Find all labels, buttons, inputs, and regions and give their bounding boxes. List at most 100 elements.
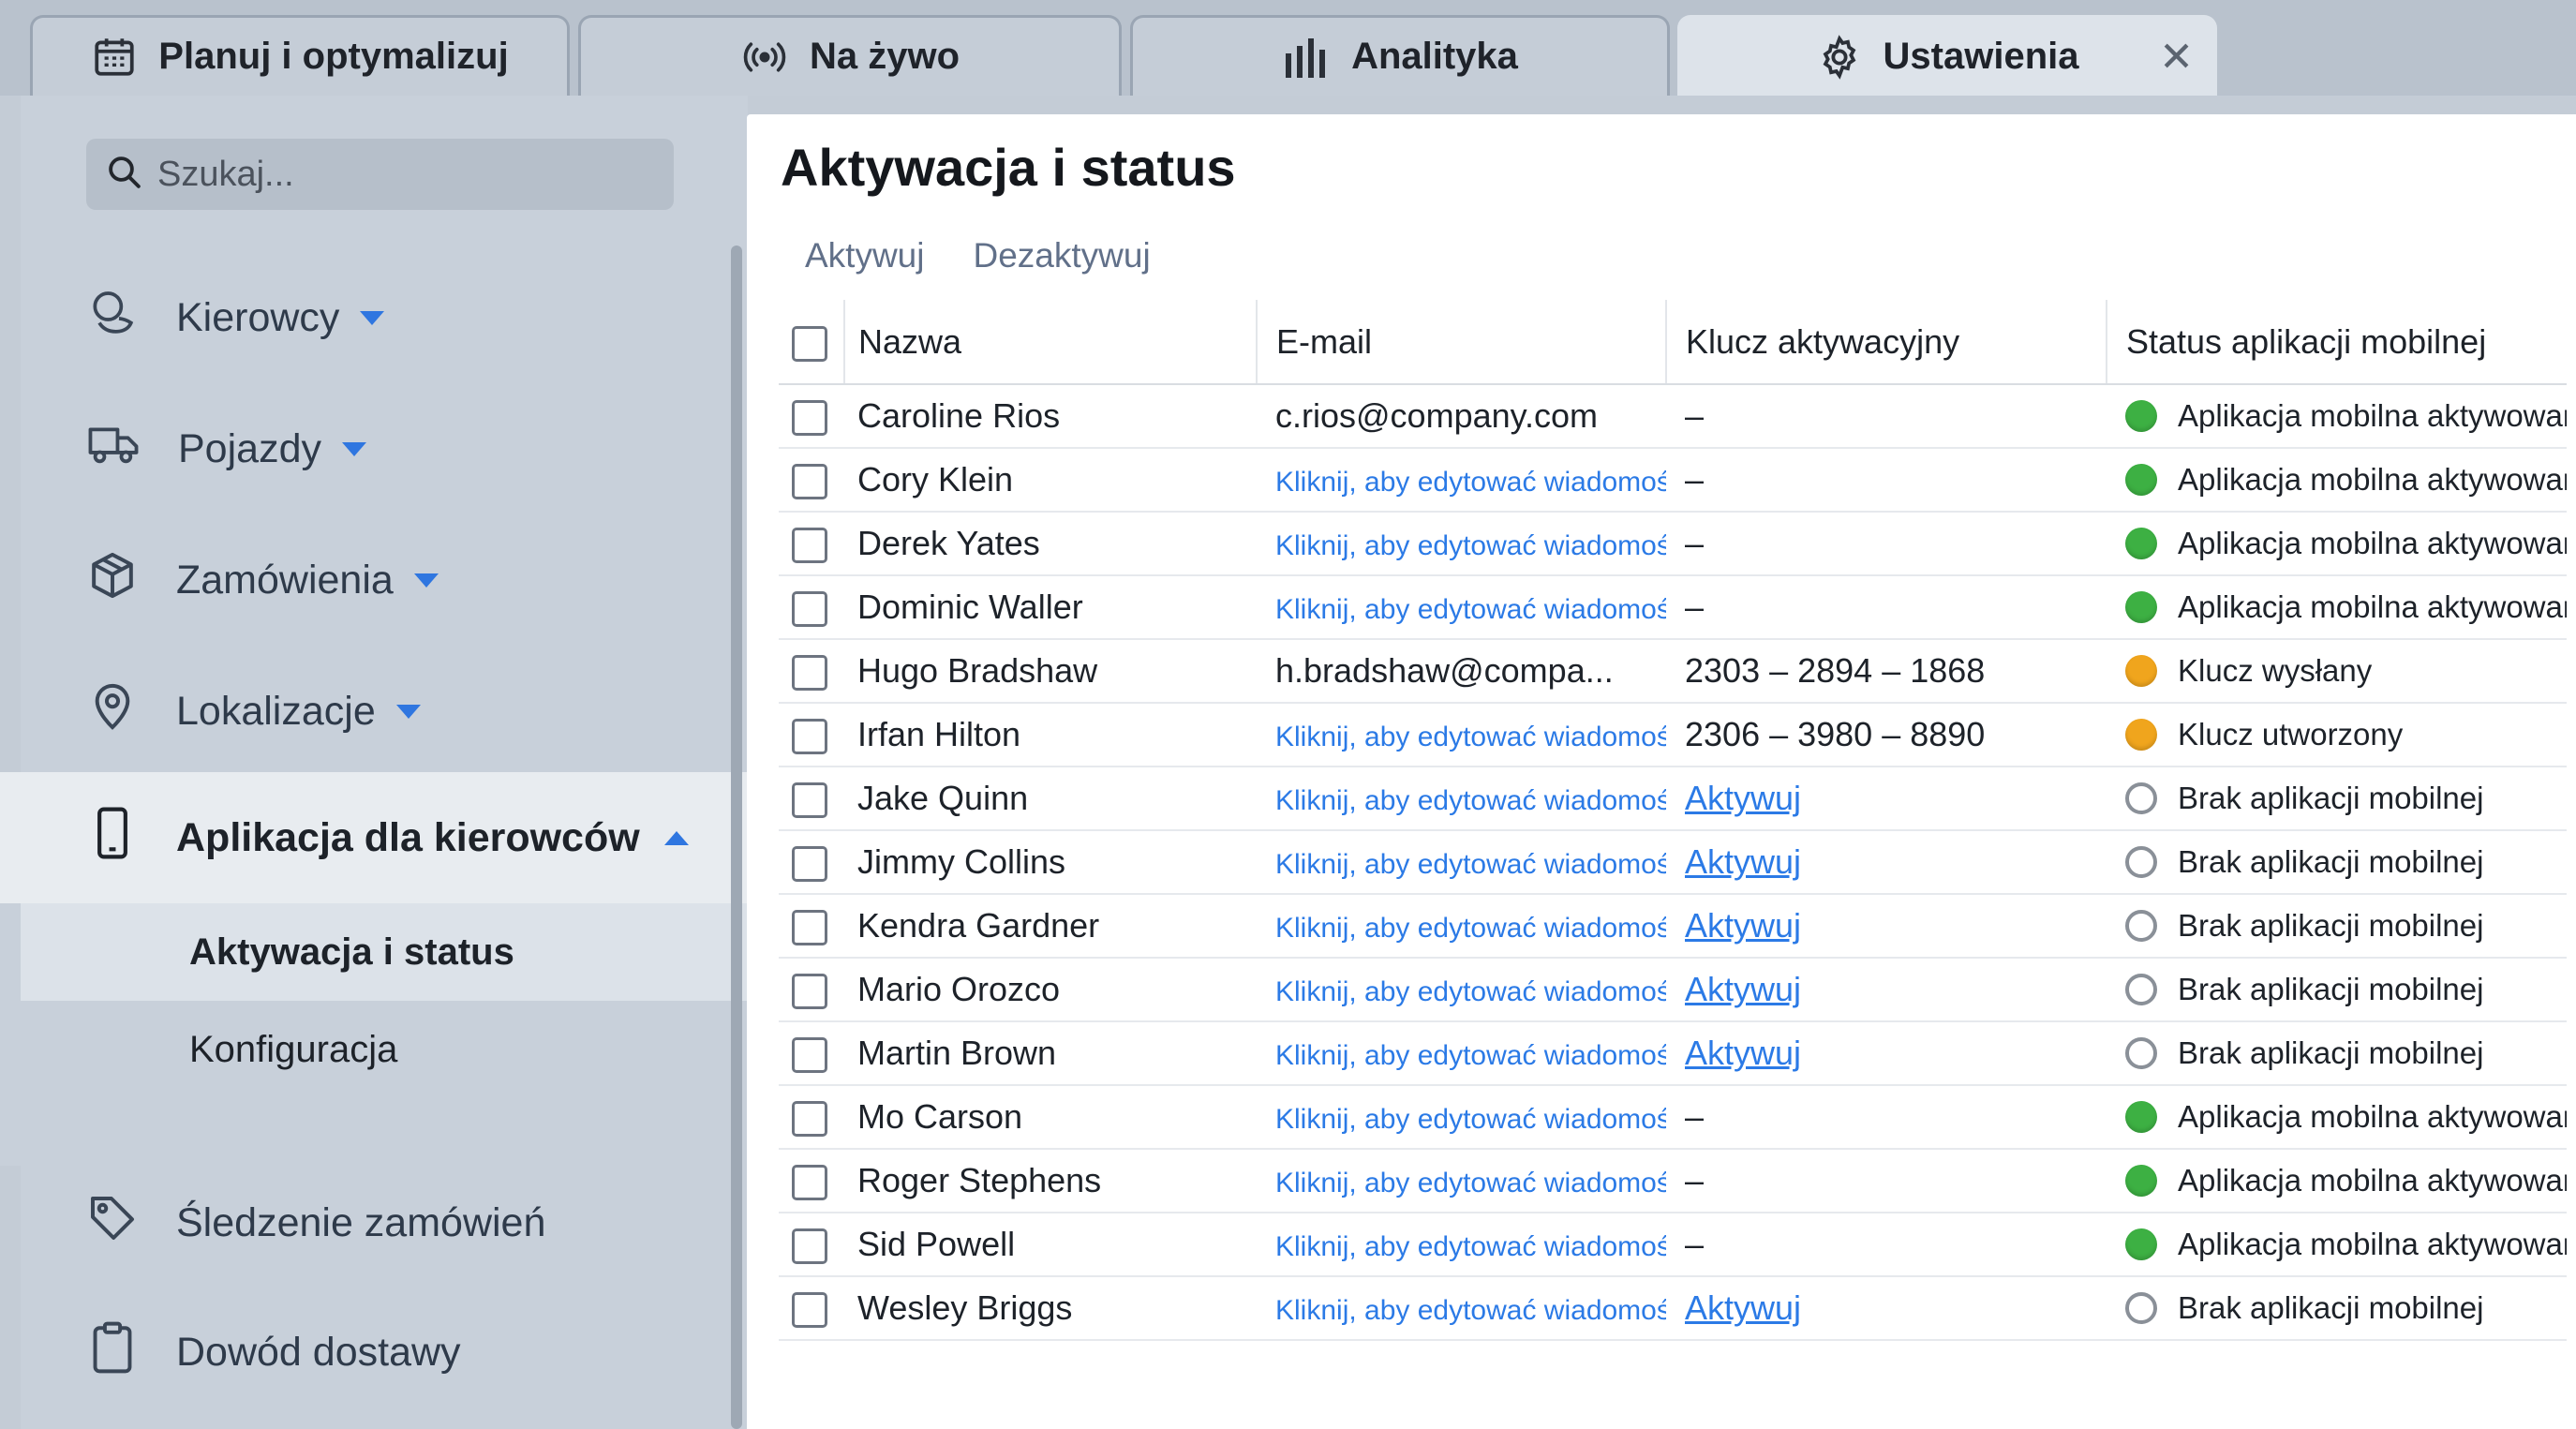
email-cell: Kliknij, aby edytować wiadomość e-mail	[1257, 1149, 1666, 1213]
row-checkbox[interactable]	[792, 464, 827, 500]
edit-email-link[interactable]: Kliknij, aby edytować wiadomość e-mail	[1275, 594, 1666, 625]
driver-name: Mario Orozco	[844, 958, 1257, 1022]
email-cell: Kliknij, aby edytować wiadomość e-mail	[1257, 512, 1666, 576]
sidebar-item-proof-of-delivery[interactable]: Dowód dostawy	[21, 1301, 748, 1404]
email-cell: Kliknij, aby edytować wiadomość e-mail	[1257, 1213, 1666, 1277]
row-checkbox[interactable]	[792, 1228, 827, 1265]
email-cell: Kliknij, aby edytować wiadomość e-mail	[1257, 448, 1666, 513]
status-cell: Brak aplikacji mobilnej	[2107, 1276, 2567, 1341]
status-text: Brak aplikacji mobilnej	[2178, 1035, 2484, 1070]
search-input[interactable]	[157, 154, 645, 195]
edit-email-link[interactable]: Kliknij, aby edytować wiadomość e-mail	[1275, 722, 1666, 752]
table-row[interactable]: Irfan Hilton Kliknij, aby edytować wiadom…	[779, 703, 2567, 767]
table-row[interactable]: Dominic Waller Kliknij, aby edytować wiad…	[779, 575, 2567, 640]
table-row[interactable]: Jimmy Collins Kliknij, aby edytować wiado…	[779, 830, 2567, 895]
activate-link[interactable]: Aktywuj	[1685, 842, 1801, 881]
sidebar-item-orders[interactable]: Zamówienia	[21, 528, 748, 632]
activate-link[interactable]: Aktywuj	[1685, 779, 1801, 817]
driver-name: Wesley Briggs	[844, 1276, 1257, 1341]
activate-link[interactable]: Aktywuj	[1685, 906, 1801, 945]
table-row[interactable]: Derek Yates Kliknij, aby edytować wiadomo…	[779, 512, 2567, 576]
table-row[interactable]: Sid Powell Kliknij, aby edytować wiadomoś…	[779, 1213, 2567, 1277]
activate-link[interactable]: Aktywuj	[1685, 1288, 1801, 1327]
row-select-cell	[779, 894, 844, 959]
table-row[interactable]: Roger Stephens Kliknij, aby edytować wiad…	[779, 1149, 2567, 1213]
status-cell: Aplikacja mobilna aktywowana	[2107, 1085, 2567, 1150]
row-checkbox[interactable]	[792, 910, 827, 946]
status-dot-icon	[2125, 910, 2157, 942]
row-checkbox[interactable]	[792, 782, 827, 819]
column-header-email[interactable]: E-mail	[1256, 300, 1666, 385]
activate-link[interactable]: Aktywuj	[1685, 970, 1801, 1008]
edit-email-link[interactable]: Kliknij, aby edytować wiadomość e-mail	[1275, 976, 1666, 1007]
activation-key-value: 2306 – 3980 – 8890	[1685, 715, 1986, 753]
edit-email-link[interactable]: Kliknij, aby edytować wiadomość e-mail	[1275, 1295, 1666, 1326]
table-row[interactable]: Mario Orozco Kliknij, aby edytować wiadom…	[779, 958, 2567, 1022]
drivers-icon	[86, 287, 139, 350]
status-cell: Brak aplikacji mobilnej	[2107, 767, 2567, 831]
row-checkbox[interactable]	[792, 1292, 827, 1329]
row-checkbox[interactable]	[792, 719, 827, 755]
status-text: Aplikacja mobilna aktywowana	[2178, 589, 2567, 624]
table-row[interactable]: Cory Klein Kliknij, aby edytować wiadomoś…	[779, 448, 2567, 513]
tab-bar: Planuj i optymalizuj Na żywo Analityka U…	[0, 0, 2576, 96]
table-row[interactable]: Martin Brown Kliknij, aby edytować wiadom…	[779, 1021, 2567, 1086]
row-checkbox[interactable]	[792, 1101, 827, 1138]
select-all-checkbox[interactable]	[792, 325, 827, 362]
row-checkbox[interactable]	[792, 974, 827, 1010]
edit-email-link[interactable]: Kliknij, aby edytować wiadomość e-mail	[1275, 467, 1666, 498]
sidebar-item-locations[interactable]: Lokalizacje	[21, 660, 748, 763]
row-checkbox[interactable]	[792, 846, 827, 883]
tab-plan[interactable]: Planuj i optymalizuj	[30, 15, 570, 96]
status-cell: Brak aplikacji mobilnej	[2107, 894, 2567, 959]
row-checkbox[interactable]	[792, 1165, 827, 1201]
edit-email-link[interactable]: Kliknij, aby edytować wiadomość e-mail	[1275, 530, 1666, 561]
row-checkbox[interactable]	[792, 528, 827, 564]
activate-link[interactable]: Aktywuj	[1685, 1034, 1801, 1072]
activation-key-cell: Aktywuj	[1666, 958, 2107, 1022]
sidebar-item-driver-app[interactable]: Aplikacja dla kierowców	[0, 772, 748, 903]
table-row[interactable]: Mo Carson Kliknij, aby edytować wiadomość…	[779, 1085, 2567, 1150]
column-header-status[interactable]: Status aplikacji mobilnej	[2106, 300, 2567, 385]
row-checkbox[interactable]	[792, 655, 827, 692]
sidebar-subitem-activation[interactable]: Aktywacja i status	[21, 903, 748, 1001]
row-checkbox[interactable]	[792, 400, 827, 437]
phone-icon	[86, 805, 139, 871]
column-header-key[interactable]: Klucz aktywacyjny	[1665, 300, 2107, 385]
table-row[interactable]: Wesley Briggs Kliknij, aby edytować wiado…	[779, 1276, 2567, 1341]
sidebar-item-drivers[interactable]: Kierowcy	[21, 266, 748, 369]
chevron-down-icon	[395, 704, 421, 719]
chevron-down-icon	[360, 310, 385, 325]
row-select-cell	[779, 703, 844, 767]
tab-settings[interactable]: Ustawienia ✕	[1677, 15, 2217, 96]
status-cell: Aplikacja mobilna aktywowana	[2107, 448, 2567, 513]
edit-email-link[interactable]: Kliknij, aby edytować wiadomość e-mail	[1275, 1040, 1666, 1071]
sidebar-item-vehicles[interactable]: Pojazdy	[21, 397, 748, 500]
table-row[interactable]: Hugo Bradshaw h.bradshaw@compa... 2303 – 2…	[779, 639, 2567, 704]
table-row[interactable]: Caroline Rios c.rios@company.com – Aplikacj…	[779, 384, 2567, 449]
edit-email-link[interactable]: Kliknij, aby edytować wiadomość e-mail	[1275, 849, 1666, 880]
activate-button[interactable]: Aktywuj	[805, 236, 924, 275]
edit-email-link[interactable]: Kliknij, aby edytować wiadomość e-mail	[1275, 1231, 1666, 1262]
table-row[interactable]: Kendra Gardner Kliknij, aby edytować wiad…	[779, 894, 2567, 959]
edit-email-link[interactable]: Kliknij, aby edytować wiadomość e-mail	[1275, 913, 1666, 944]
status-dot-icon	[2125, 1101, 2157, 1133]
tab-live[interactable]: Na żywo	[578, 15, 1122, 96]
search-box[interactable]	[86, 139, 674, 210]
sidebar-subitem-configuration[interactable]: Konfiguracja	[21, 1001, 748, 1098]
row-checkbox[interactable]	[792, 591, 827, 628]
sidebar-scrollbar[interactable]	[731, 246, 742, 1429]
sidebar-item-order-tracking[interactable]: Śledzenie zamówień	[21, 1171, 748, 1274]
activation-key-cell: –	[1666, 1213, 2107, 1277]
edit-email-link[interactable]: Kliknij, aby edytować wiadomość e-mail	[1275, 1104, 1666, 1135]
edit-email-link[interactable]: Kliknij, aby edytować wiadomość e-mail	[1275, 1168, 1666, 1198]
deactivate-button[interactable]: Dezaktywuj	[973, 236, 1150, 275]
edit-email-link[interactable]: Kliknij, aby edytować wiadomość e-mail	[1275, 785, 1666, 816]
sidebar-item-label: Lokalizacje	[176, 688, 376, 734]
column-header-name[interactable]: Nazwa	[843, 300, 1257, 385]
close-icon[interactable]: ✕	[2159, 33, 2194, 81]
table-row[interactable]: Jake Quinn Kliknij, aby edytować wiadomoś…	[779, 767, 2567, 831]
row-checkbox[interactable]	[792, 1037, 827, 1074]
tab-analytics[interactable]: Analityka	[1130, 15, 1670, 96]
sidebar-group-driver-app: Aplikacja dla kierowców Aktywacja i stat…	[0, 772, 748, 1166]
